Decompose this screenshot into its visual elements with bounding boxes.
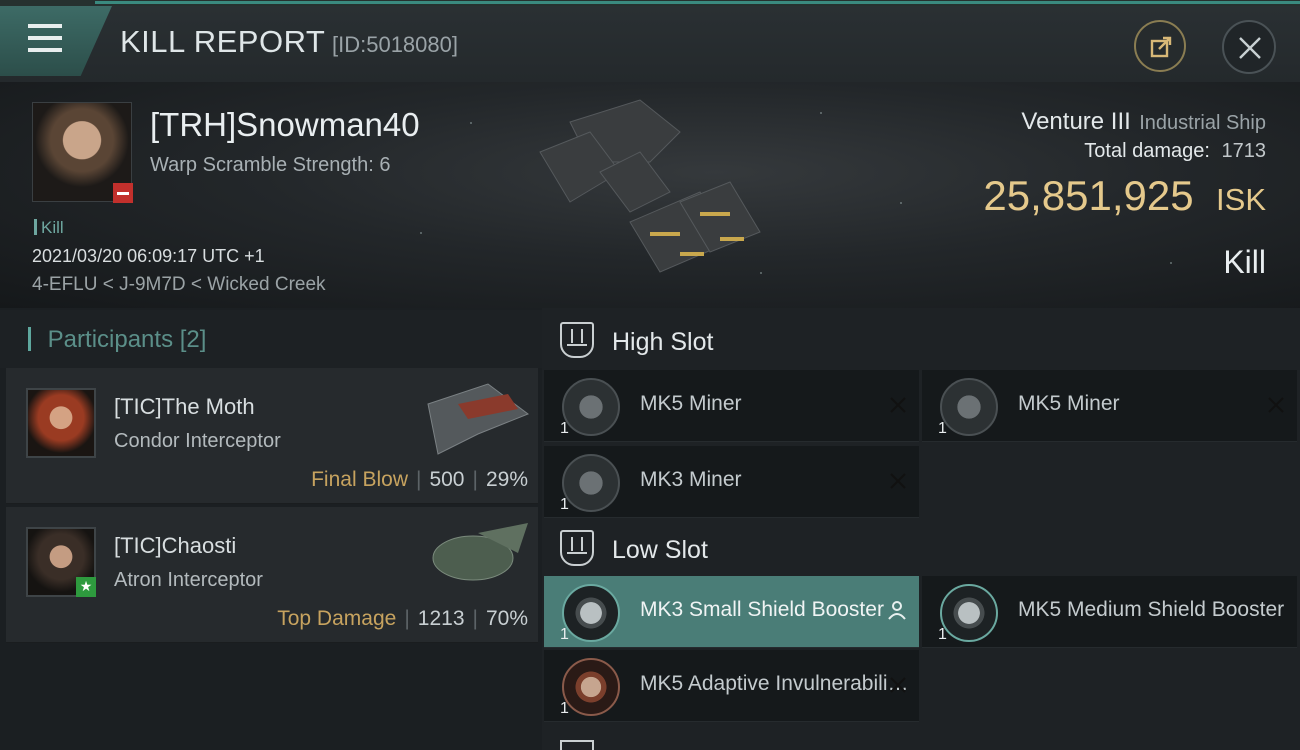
participant-name: [TIC]Chaosti xyxy=(114,533,237,558)
star-icon: ★ xyxy=(76,577,96,597)
victim-banner: [TRH]Snowman40 Warp Scramble Strength: 6… xyxy=(0,82,1300,308)
module-name: MK3 Small Shield Booster xyxy=(640,598,884,621)
close-icon xyxy=(1239,37,1261,59)
high-slot-icon xyxy=(560,322,594,358)
participant-percent: 70% xyxy=(485,607,528,630)
mid-slot-icon xyxy=(560,740,594,750)
close-button[interactable] xyxy=(1222,20,1276,74)
low-slot-icon xyxy=(560,530,594,566)
ship-info: Venture III Industrial Ship xyxy=(1021,108,1266,136)
page-title: KILL REPORT xyxy=(120,24,326,59)
participant-percent: 29% xyxy=(485,468,528,491)
isk-unit: ISK xyxy=(1216,182,1266,217)
miner-icon xyxy=(562,378,620,436)
module-name: MK5 Adaptive Invulnerabilit... xyxy=(640,672,910,695)
participant-damage: 1213 xyxy=(417,607,465,630)
high-slot-label: High Slot xyxy=(612,328,714,356)
kill-tag: Kill xyxy=(34,218,64,238)
module-qty: 1 xyxy=(938,626,947,643)
shield-booster-icon xyxy=(940,584,998,642)
participants-list: [TIC]The Moth Condor Interceptor Final B… xyxy=(6,368,538,750)
kill-result: Kill xyxy=(1223,244,1266,280)
miner-icon xyxy=(940,378,998,436)
low-slot-header: Low Slot xyxy=(542,518,1300,580)
loss-badge-icon xyxy=(113,183,133,203)
participants-title: Participants xyxy=(47,326,174,353)
miner-icon xyxy=(562,454,620,512)
participant-portrait[interactable] xyxy=(26,388,96,458)
module-qty: 1 xyxy=(938,420,947,437)
menu-icon-bar xyxy=(28,48,62,52)
adaptive-invulnerability-icon xyxy=(562,658,620,716)
participant-name: [TIC]The Moth xyxy=(114,394,255,419)
total-damage-label: Total damage: xyxy=(1084,140,1210,162)
victim-name[interactable]: [TRH]Snowman40 xyxy=(150,106,420,144)
destroyed-x-icon xyxy=(890,473,906,489)
module-qty: 1 xyxy=(560,496,569,513)
victim-portrait[interactable] xyxy=(32,102,133,203)
report-id: [ID:5018080] xyxy=(332,32,458,57)
warp-scramble-strength: Warp Scramble Strength: 6 xyxy=(150,154,391,176)
menu-icon-bar xyxy=(28,36,62,40)
module-qty: 1 xyxy=(560,626,569,643)
module-row[interactable]: 1 MK3 Miner xyxy=(544,446,919,518)
condor-ship-image xyxy=(427,383,530,455)
participant-card[interactable]: [TIC]The Moth Condor Interceptor Final B… xyxy=(6,368,538,504)
module-qty: 1 xyxy=(560,420,569,437)
module-name: MK5 Medium Shield Booster xyxy=(1018,598,1285,621)
module-name: MK5 Miner xyxy=(640,392,742,415)
menu-icon xyxy=(28,24,62,28)
ship-name[interactable]: Venture III xyxy=(1021,108,1130,135)
participant-damage: 500 xyxy=(429,468,465,491)
participant-portrait[interactable]: ★ xyxy=(26,527,96,597)
person-icon xyxy=(888,601,906,620)
total-damage-value: 1713 xyxy=(1221,140,1267,162)
kill-timestamp: 2021/03/20 06:09:17 UTC +1 xyxy=(32,246,265,266)
module-qty: 1 xyxy=(560,700,569,717)
share-button[interactable] xyxy=(1134,20,1186,72)
low-slot-label: Low Slot xyxy=(612,536,708,564)
menu-button[interactable] xyxy=(0,6,112,76)
kill-location[interactable]: 4-EFLU < J-9M7D < Wicked Creek xyxy=(32,274,326,296)
participant-stats: Top Damage | 1213 | 70% xyxy=(277,607,528,630)
ship-class: Industrial Ship xyxy=(1139,112,1266,134)
share-icon xyxy=(1150,36,1172,58)
module-row[interactable]: 1 MK5 Adaptive Invulnerabilit... xyxy=(544,650,919,722)
shield-booster-icon xyxy=(562,584,620,642)
final-blow-tag: Final Blow xyxy=(311,468,408,491)
participant-stats: Final Blow | 500 | 29% xyxy=(311,468,528,491)
participant-ship: Atron Interceptor xyxy=(114,569,263,591)
total-damage: Total damage: 1713 xyxy=(1084,140,1266,163)
destroyed-x-icon xyxy=(890,677,906,693)
module-row[interactable]: 1 MK5 Miner xyxy=(922,370,1297,442)
fitting-panel: High Slot 1 MK5 Miner 1 MK5 Miner 1 MK3 … xyxy=(542,308,1300,750)
destroyed-x-icon xyxy=(890,397,906,413)
header-bar: KILL REPORT [ID:5018080] xyxy=(0,6,1300,82)
participants-label: Participants [2] xyxy=(28,326,207,354)
module-row[interactable]: 1 MK5 Miner xyxy=(544,370,919,442)
top-damage-tag: Top Damage xyxy=(277,607,397,630)
participants-header: Participants [2] xyxy=(0,310,542,368)
atron-ship-image xyxy=(432,523,528,581)
module-name: MK5 Miner xyxy=(1018,392,1120,415)
isk-value: 25,851,925 ISK xyxy=(983,172,1266,220)
venture-ship-image[interactable] xyxy=(530,92,770,292)
high-slot-header: High Slot xyxy=(542,310,1300,372)
destroyed-x-icon xyxy=(1268,397,1284,413)
isk-amount: 25,851,925 xyxy=(983,172,1194,219)
module-row[interactable]: 1 MK5 Medium Shield Booster xyxy=(922,576,1297,648)
participants-count: [2] xyxy=(179,326,207,353)
participant-ship: Condor Interceptor xyxy=(114,430,281,452)
module-name: MK3 Miner xyxy=(640,468,742,491)
participant-card[interactable]: ★ [TIC]Chaosti Atron Interceptor Top Dam… xyxy=(6,507,538,643)
module-row-selected[interactable]: 1 MK3 Small Shield Booster xyxy=(544,576,919,648)
